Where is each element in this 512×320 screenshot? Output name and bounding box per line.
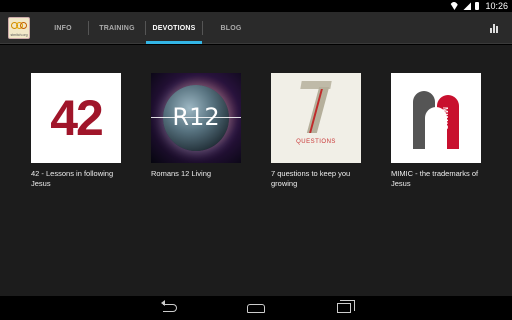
devotion-title[interactable]: 42 - Lessons in following Jesus xyxy=(31,169,127,189)
tab-info[interactable]: INFO xyxy=(38,12,88,44)
back-button[interactable] xyxy=(156,300,184,316)
tab-label: BLOG xyxy=(220,24,242,32)
back-icon xyxy=(161,300,177,312)
bar-chart-icon[interactable] xyxy=(490,24,500,33)
devotion-title[interactable]: MIMIC - the trademarks of Jesus xyxy=(391,169,487,189)
devotion-title[interactable]: 7 questions to keep you growing xyxy=(271,169,367,189)
cover-text: MIMIC xyxy=(441,107,448,131)
action-bar: stmitch.org INFO TRAINING DEVOTIONS BLOG xyxy=(0,12,512,44)
home-button[interactable] xyxy=(242,300,270,316)
cover-text: 42 xyxy=(50,90,104,146)
devotion-cover-romans-12[interactable]: R12 xyxy=(151,73,241,163)
devotion-title[interactable]: Romans 12 Living xyxy=(151,169,247,179)
devotion-card-7-questions[interactable]: QUESTIONS 7 questions to keep you growin… xyxy=(271,73,381,189)
devotion-card-mimic[interactable]: MIMIC MIMIC - the trademarks of Jesus xyxy=(391,73,501,189)
devotion-card-42[interactable]: 42 42 - Lessons in following Jesus xyxy=(31,73,141,189)
cover-text: R12 xyxy=(172,103,220,131)
app-logo[interactable]: stmitch.org xyxy=(8,17,30,39)
devotion-cover-7-questions[interactable]: QUESTIONS xyxy=(271,73,361,163)
logo-text: stmitch.org xyxy=(10,33,28,37)
tab-label: TRAINING xyxy=(99,24,135,32)
devotions-grid: 42 42 - Lessons in following Jesus R12 R… xyxy=(0,45,512,296)
devotion-card-romans-12[interactable]: R12 Romans 12 Living xyxy=(151,73,261,179)
recent-apps-icon xyxy=(337,300,355,313)
navigation-bar xyxy=(0,296,512,320)
status-bar: 10:26 xyxy=(0,0,512,12)
battery-icon xyxy=(475,2,480,10)
tab-devotions[interactable]: DEVOTIONS xyxy=(146,12,202,44)
clock: 10:26 xyxy=(485,1,508,11)
recent-apps-button[interactable] xyxy=(330,300,358,316)
home-icon xyxy=(247,303,265,313)
tab-label: INFO xyxy=(54,24,72,32)
cover-text: QUESTIONS xyxy=(296,139,336,145)
tab-training[interactable]: TRAINING xyxy=(89,12,145,44)
devotion-cover-42[interactable]: 42 xyxy=(31,73,121,163)
tab-blog[interactable]: BLOG xyxy=(203,12,259,44)
tab-bar: INFO TRAINING DEVOTIONS BLOG xyxy=(38,12,259,44)
tab-label: DEVOTIONS xyxy=(152,24,196,32)
devotion-cover-mimic[interactable]: MIMIC xyxy=(391,73,481,163)
signal-icon xyxy=(463,2,472,10)
wifi-icon xyxy=(449,2,459,10)
